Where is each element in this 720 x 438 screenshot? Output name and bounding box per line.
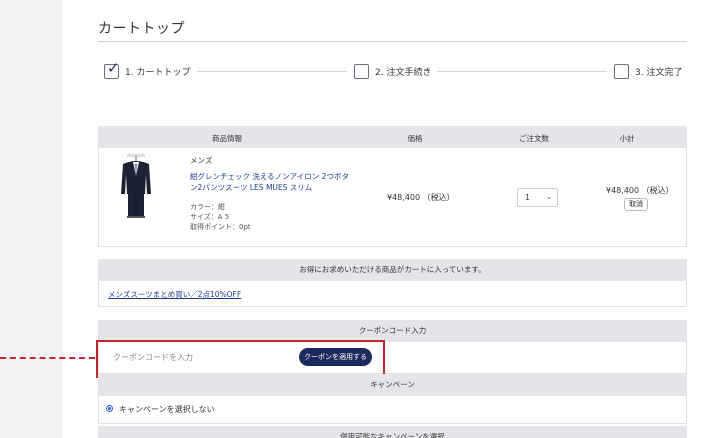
- header-quantity: ご注文数: [519, 134, 549, 143]
- step-label: 1. カートトップ: [125, 67, 191, 78]
- cancel-button[interactable]: 取消: [624, 198, 648, 211]
- step-checkbox-icon: ✓: [104, 58, 120, 79]
- step-label: 2. 注文手続き: [375, 67, 432, 78]
- cart-item-row: メンズ 紺グレンチェック 洗えるノンアイロン 2つボタン2パンツスーツ LES …: [98, 148, 687, 247]
- step-connector: [437, 71, 607, 72]
- checkmark-icon: ✓: [107, 58, 120, 77]
- step-checkbox-icon: [354, 63, 369, 79]
- header-product: 商品情報: [212, 134, 242, 143]
- product-color: カラー：紺: [190, 203, 225, 211]
- cart-table-header: 商品情報 価格 ご注文数 小計: [98, 126, 687, 148]
- available-campaign-header: 併用可能なキャンペーンを選択: [98, 426, 687, 438]
- product-category: メンズ: [190, 156, 213, 165]
- step-label: 3. 注文完了: [635, 67, 683, 78]
- product-price: ¥48,400 （税込）: [387, 193, 455, 202]
- product-size: サイズ：A 5: [190, 213, 230, 221]
- product-image[interactable]: [117, 154, 155, 220]
- quantity-value: 1: [525, 193, 531, 202]
- product-name-link[interactable]: 紺グレンチェック 洗えるノンアイロン 2つボタン2パンツスーツ LES MUES…: [190, 171, 355, 193]
- step-order-process: 2. 注文手続き: [354, 62, 431, 80]
- campaign-none-radio[interactable]: [106, 405, 113, 412]
- header-price: 価格: [407, 134, 423, 143]
- step-cart-top: ✓ 1. カートトップ: [104, 58, 191, 80]
- left-gutter: [0, 0, 62, 438]
- page-title: カートトップ: [98, 21, 185, 37]
- title-divider: [98, 41, 687, 42]
- chevron-down-icon: ⌄: [546, 193, 552, 201]
- step-order-complete: 3. 注文完了: [614, 62, 682, 80]
- coupon-header: クーポンコード入力: [98, 320, 687, 342]
- step-connector: [197, 71, 347, 72]
- coupon-highlight-box: [96, 340, 385, 378]
- step-checkbox-icon: [614, 63, 629, 79]
- header-subtotal: 小計: [619, 134, 635, 143]
- campaign-none-label[interactable]: キャンペーンを選択しない: [119, 404, 215, 415]
- promo-header: お得にお求めいただける商品がカートに入っています。: [98, 259, 687, 281]
- product-points: 取得ポイント：0pt: [190, 223, 251, 231]
- promo-link[interactable]: メンズスーツまとめ買い／2点10%OFF: [108, 289, 241, 300]
- quantity-select[interactable]: 1 ⌄: [517, 188, 558, 207]
- promo-body: メンズスーツまとめ買い／2点10%OFF: [98, 281, 687, 307]
- campaign-header: キャンペーン: [98, 374, 687, 396]
- annotation-pointer: [0, 357, 95, 359]
- product-subtotal: ¥48,400 （税込）: [606, 186, 674, 195]
